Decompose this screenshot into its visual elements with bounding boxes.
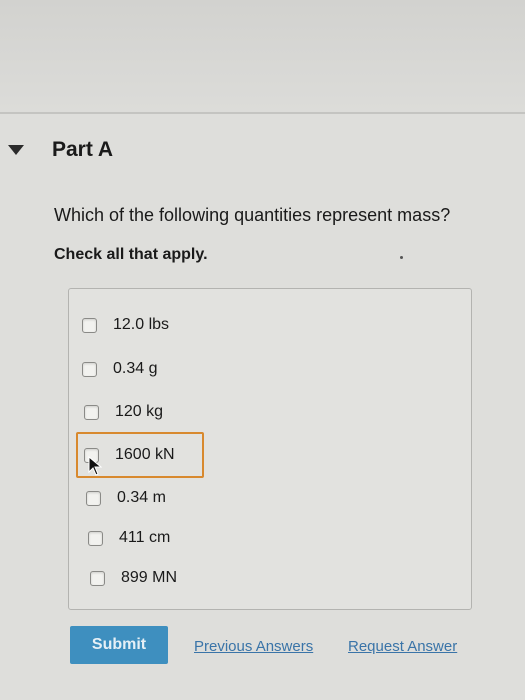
option-label: 411 cm	[119, 529, 171, 546]
part-header[interactable]: Part A	[8, 138, 113, 162]
checkbox[interactable]	[84, 404, 99, 420]
mouse-cursor-icon	[88, 456, 102, 476]
stray-dot	[400, 256, 403, 259]
checkbox[interactable]	[82, 317, 97, 333]
option-label: 120 kg	[115, 403, 164, 420]
option-item[interactable]: 0.34 g	[82, 355, 157, 383]
option-item[interactable]: 0.34 m	[86, 484, 166, 512]
option-item[interactable]: 12.0 lbs	[82, 311, 169, 339]
checkbox[interactable]	[82, 361, 97, 377]
submit-button[interactable]: Submit	[70, 626, 168, 664]
option-label: 0.34 m	[117, 489, 166, 506]
top-band	[0, 0, 525, 112]
option-label: 0.34 g	[113, 360, 158, 377]
triangle-down-icon[interactable]	[8, 145, 24, 155]
option-label: 899 MN	[121, 569, 178, 586]
option-label: 12.0 lbs	[113, 316, 170, 333]
question-prompt: Which of the following quantities repres…	[54, 205, 451, 225]
option-item[interactable]: 411 cm	[88, 524, 170, 552]
checkbox[interactable]	[88, 530, 103, 546]
request-answer-link[interactable]: Request Answer	[348, 638, 457, 655]
checkbox[interactable]	[86, 490, 101, 506]
option-item[interactable]: 899 MN	[90, 564, 177, 592]
part-title: Part A	[52, 138, 114, 161]
checkbox[interactable]	[90, 570, 105, 586]
question-instruction: Check all that apply.	[54, 246, 208, 263]
previous-answers-link[interactable]: Previous Answers	[194, 638, 313, 655]
option-item[interactable]: 120 kg	[84, 398, 163, 426]
